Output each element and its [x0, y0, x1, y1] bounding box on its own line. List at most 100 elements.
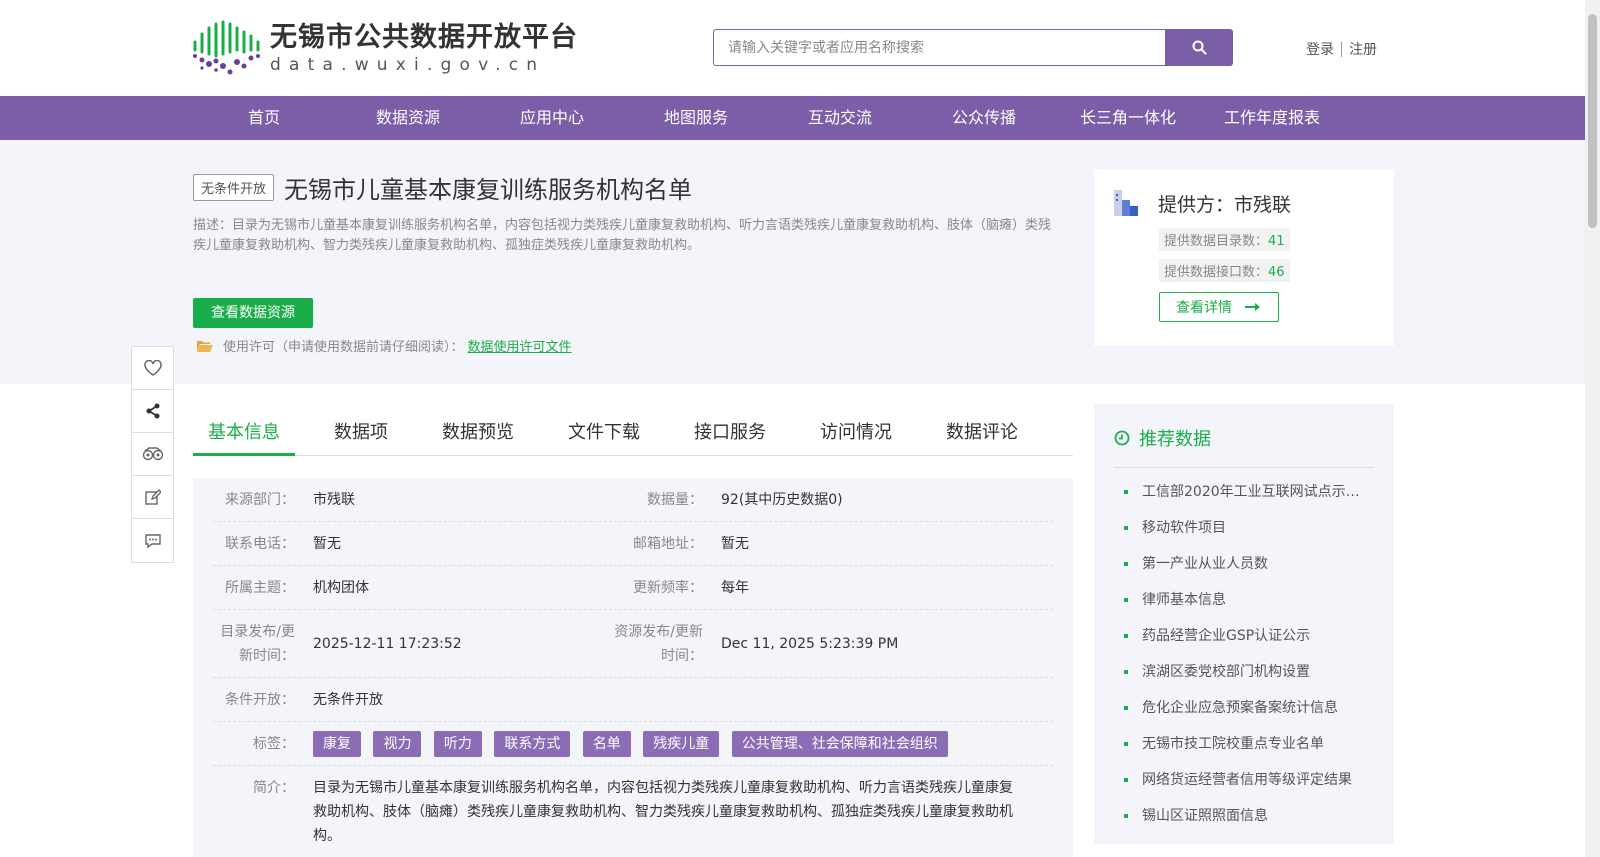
api-count-stat: 提供数据接口数：46	[1159, 259, 1290, 282]
tag[interactable]: 名单	[582, 730, 631, 757]
phone-label: 联系电话：	[225, 535, 295, 552]
nav-yangtze-delta[interactable]: 长三角一体化	[1056, 96, 1200, 140]
share-icon	[146, 403, 159, 419]
resource-time-label: 资源发布/更新时间：	[614, 623, 703, 664]
list-item[interactable]: 网络货运经营者信用等级评定结果	[1114, 762, 1374, 798]
nav-data-resources[interactable]: 数据资源	[336, 96, 480, 140]
page-title: 无锡市儿童基本康复训练服务机构名单	[284, 176, 693, 204]
list-item[interactable]: 药品经营企业GSP认证公示	[1114, 618, 1374, 654]
list-item[interactable]: 第一产业从业人员数	[1114, 546, 1374, 582]
tab-file-download[interactable]: 文件下载	[553, 408, 655, 456]
list-item[interactable]: 滨湖区委党校部门机构设置	[1114, 654, 1374, 690]
condition-label: 条件开放：	[225, 691, 295, 708]
open-type-badge: 无条件开放	[193, 174, 275, 201]
tab-api-service[interactable]: 接口服务	[679, 408, 781, 456]
nav-map-service[interactable]: 地图服务	[624, 96, 768, 140]
topic-label: 所属主题：	[225, 579, 295, 596]
recommend-panel: 推荐数据 工信部2020年工业互联网试点示范项目名单 移动软件项目 第一产业从业…	[1094, 404, 1394, 844]
login-link[interactable]: 登录	[1306, 39, 1334, 59]
building-icon	[1114, 190, 1138, 216]
nav-annual-report[interactable]: 工作年度报表	[1200, 96, 1344, 140]
tag[interactable]: 听力	[433, 730, 482, 757]
nav-interaction[interactable]: 互动交流	[768, 96, 912, 140]
favorite-button[interactable]	[132, 347, 173, 390]
header: 无锡市公共数据开放平台 data.wuxi.gov.cn 登录 注册	[0, 0, 1585, 96]
site-logo[interactable]: 无锡市公共数据开放平台 data.wuxi.gov.cn	[192, 20, 578, 76]
folder-open-icon	[197, 340, 213, 352]
api-count-value: 46	[1268, 265, 1285, 280]
comment-icon	[144, 533, 161, 548]
search-icon	[1192, 40, 1207, 55]
tag[interactable]: 视力	[373, 730, 422, 757]
frequency-value: 每年	[721, 579, 749, 596]
tag[interactable]: 康复	[313, 730, 361, 757]
feedback-button[interactable]	[132, 476, 173, 519]
tag[interactable]: 残疾儿童	[643, 730, 720, 757]
logo-domain: data.wuxi.gov.cn	[270, 55, 546, 75]
info-row: 所属主题： 机构团体 更新频率： 每年	[213, 566, 1053, 610]
list-item[interactable]: 无锡市技工院校重点专业名单	[1114, 726, 1374, 762]
tag-list: 康复 视力 听力 联系方式 名单 残疾儿童 公共管理、社会保障和社会组织	[303, 730, 956, 757]
register-link[interactable]: 注册	[1349, 39, 1377, 59]
share-button[interactable]	[132, 390, 173, 433]
tab-basic-info[interactable]: 基本信息	[193, 408, 295, 456]
email-label: 邮箱地址：	[633, 535, 703, 552]
basic-info-table: 来源部门： 市残联 数据量： 92(其中历史数据0) 联系电话： 暂无 邮箱地址…	[193, 478, 1073, 857]
tags-label: 标签：	[253, 735, 295, 752]
edit-icon	[144, 489, 161, 505]
license-text: 使用许可（申请使用数据前请仔细阅读）：	[223, 340, 464, 355]
tag[interactable]: 联系方式	[494, 730, 571, 757]
side-toolbar	[131, 346, 174, 563]
search-input[interactable]	[713, 29, 1165, 66]
nav-home[interactable]: 首页	[192, 96, 336, 140]
license-line: 使用许可（申请使用数据前请仔细阅读）： 数据使用许可文件	[197, 336, 572, 355]
arrow-right-icon	[1245, 303, 1260, 311]
list-item[interactable]: 工信部2020年工业互联网试点示范项目名单	[1114, 474, 1374, 510]
catalog-count-value: 41	[1268, 234, 1285, 249]
summary-value: 目录为无锡市儿童基本康复训练服务机构名单，内容包括视力类残疾儿童康复救助机构、听…	[313, 780, 1013, 844]
list-item[interactable]: 移动软件项目	[1114, 510, 1374, 546]
logo-bars-icon	[193, 20, 260, 75]
info-row: 目录发布/更新时间： 2025-12-11 17:23:52 资源发布/更新时间…	[213, 610, 1053, 678]
volume-label: 数据量：	[647, 491, 703, 508]
info-row: 来源部门： 市残联 数据量： 92(其中历史数据0)	[213, 478, 1053, 522]
tab-data-preview[interactable]: 数据预览	[427, 408, 529, 456]
catalog-count-label: 提供数据目录数：	[1164, 234, 1269, 249]
tab-data-items[interactable]: 数据项	[319, 408, 403, 456]
search-button[interactable]	[1165, 29, 1233, 66]
frequency-label: 更新频率：	[633, 579, 703, 596]
tab-data-comments[interactable]: 数据评论	[931, 408, 1033, 456]
volume-value: 92(其中历史数据0)	[721, 491, 843, 508]
view-data-button[interactable]: 查看数据资源	[193, 298, 313, 328]
list-item[interactable]: 锡山区证照照面信息	[1114, 798, 1374, 834]
info-row: 条件开放： 无条件开放	[213, 678, 1053, 722]
provider-card: 提供方：市残联 提供数据目录数：41 提供数据接口数：46 查看详情	[1094, 170, 1394, 346]
info-row: 标签： 康复 视力 听力 联系方式 名单 残疾儿童 公共管理、社会保障和社会组织	[213, 722, 1053, 766]
catalog-time-value: 2025-12-11 17:23:52	[313, 635, 462, 652]
list-item[interactable]: 律师基本信息	[1114, 582, 1374, 618]
list-item[interactable]: 危化企业应急预案备案统计信息	[1114, 690, 1374, 726]
provider-name: 提供方：市残联	[1158, 194, 1292, 216]
main-nav: 首页 数据资源 应用中心 地图服务 互动交流 公众传播 长三角一体化 工作年度报…	[0, 96, 1585, 140]
nav-public-communication[interactable]: 公众传播	[912, 96, 1056, 140]
nav-app-center[interactable]: 应用中心	[480, 96, 624, 140]
scrollbar-thumb[interactable]	[1588, 14, 1597, 228]
condition-value: 无条件开放	[313, 691, 383, 708]
provider-detail-button[interactable]: 查看详情	[1159, 292, 1279, 322]
divider	[1341, 41, 1342, 57]
catalog-count-stat: 提供数据目录数：41	[1159, 228, 1290, 251]
recommend-list: 工信部2020年工业互联网试点示范项目名单 移动软件项目 第一产业从业人员数 律…	[1114, 474, 1374, 834]
source-label: 来源部门：	[225, 491, 295, 508]
tab-visit-stats[interactable]: 访问情况	[805, 408, 907, 456]
view-count-button[interactable]	[132, 433, 173, 476]
page-scrollbar[interactable]	[1585, 0, 1600, 857]
comment-button[interactable]	[132, 519, 173, 562]
license-link[interactable]: 数据使用许可文件	[468, 336, 572, 355]
recommend-title: 推荐数据	[1139, 428, 1211, 450]
binoculars-icon	[142, 447, 163, 461]
tag[interactable]: 公共管理、社会保障和社会组织	[731, 730, 948, 757]
dataset-hero: 无条件开放 无锡市儿童基本康复训练服务机构名单 描述：目录为无锡市儿童基本康复训…	[0, 140, 1585, 384]
logo-title: 无锡市公共数据开放平台	[270, 22, 578, 53]
info-row: 简介： 目录为无锡市儿童基本康复训练服务机构名单，内容包括视力类残疾儿童康复救助…	[213, 766, 1053, 844]
clock-icon	[1114, 430, 1130, 445]
